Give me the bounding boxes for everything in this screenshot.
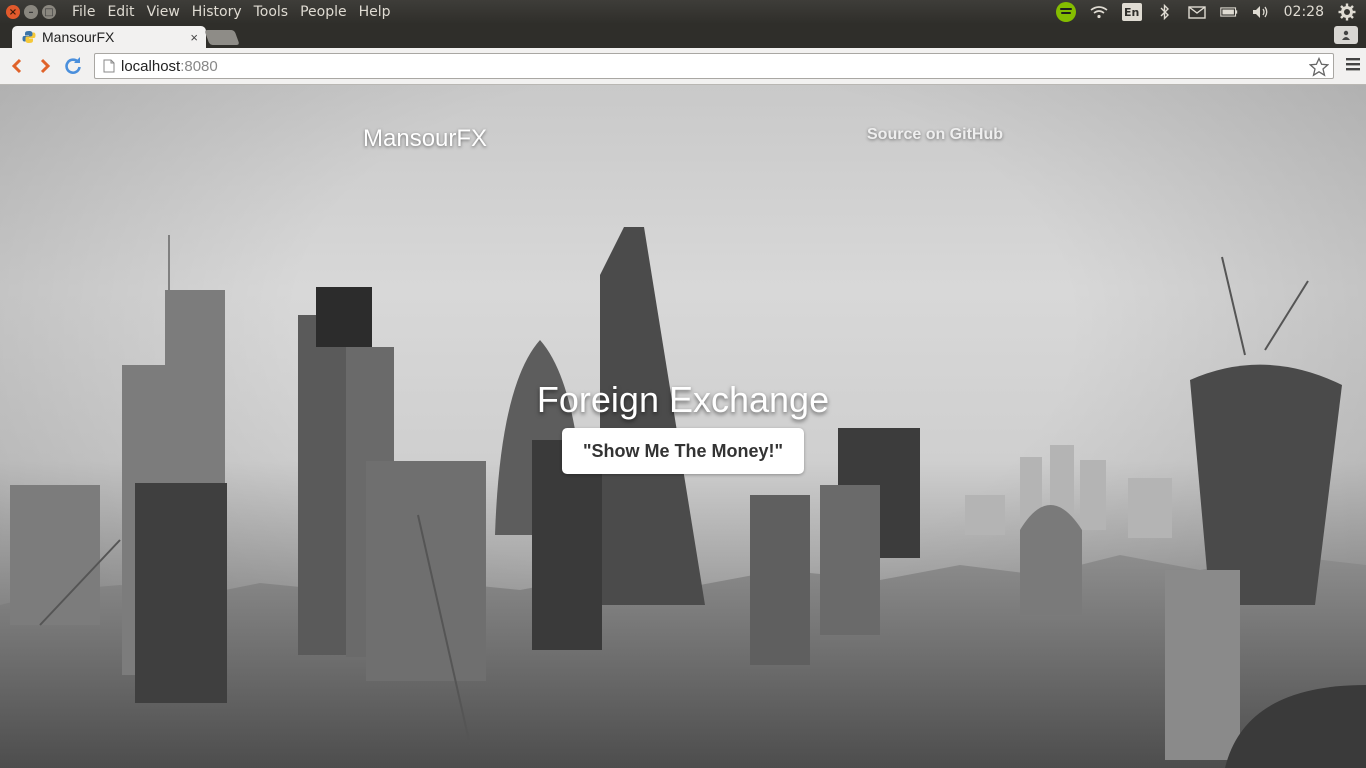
reload-icon	[65, 57, 81, 74]
tab-close-icon[interactable]: ×	[190, 30, 198, 45]
os-top-panel: × – □ File Edit View History Tools Peopl…	[0, 0, 1366, 24]
menu-edit[interactable]: Edit	[101, 4, 140, 20]
keyboard-language-indicator[interactable]: En	[1121, 3, 1142, 21]
volume-icon[interactable]	[1252, 4, 1270, 20]
url-host: localhost	[121, 57, 181, 75]
page-content: MansourFX Source on GitHub Foreign Excha…	[0, 85, 1366, 768]
back-button[interactable]	[6, 55, 28, 77]
window-close-button[interactable]: ×	[6, 5, 20, 19]
mail-icon[interactable]	[1187, 4, 1206, 20]
chevron-right-icon	[40, 58, 51, 74]
gear-icon[interactable]	[1338, 3, 1356, 21]
menu-history[interactable]: History	[186, 4, 248, 20]
bluetooth-icon[interactable]	[1156, 4, 1174, 20]
person-icon	[1342, 30, 1350, 40]
forward-button[interactable]	[34, 55, 56, 77]
bookmark-star-icon[interactable]	[1309, 57, 1329, 77]
address-bar[interactable]: localhost:8080	[94, 53, 1334, 79]
hamburger-menu-icon	[1346, 58, 1360, 71]
browser-menu-button[interactable]	[1346, 57, 1360, 76]
chevron-left-icon	[11, 58, 22, 74]
window-maximize-button[interactable]: □	[42, 5, 56, 19]
tab-title: MansourFX	[42, 29, 115, 45]
clock[interactable]: 02:28	[1284, 4, 1324, 20]
city-skyline-background	[0, 227, 1366, 768]
profile-button[interactable]	[1334, 26, 1358, 44]
site-brand[interactable]: MansourFX	[363, 125, 487, 153]
wifi-icon[interactable]	[1090, 4, 1108, 20]
tab-strip: MansourFX ×	[0, 24, 1366, 48]
menu-tools[interactable]: Tools	[248, 4, 295, 20]
url-port: :8080	[180, 57, 218, 75]
python-favicon-icon	[22, 31, 36, 43]
battery-icon[interactable]	[1219, 4, 1238, 20]
menu-people[interactable]: People	[294, 4, 353, 20]
browser-toolbar: localhost:8080	[0, 48, 1366, 85]
menu-help[interactable]: Help	[353, 4, 397, 20]
new-tab-button[interactable]	[204, 30, 240, 45]
hero-title: Foreign Exchange	[536, 379, 830, 420]
spotify-icon[interactable]	[1055, 2, 1076, 22]
show-me-the-money-button[interactable]: "Show Me The Money!"	[562, 428, 804, 474]
window-controls: × – □	[6, 5, 56, 19]
menu-view[interactable]: View	[141, 4, 186, 20]
source-github-link[interactable]: Source on GitHub	[867, 126, 1003, 144]
window-minimize-button[interactable]: –	[24, 5, 38, 19]
menu-file[interactable]: File	[66, 4, 101, 20]
reload-button[interactable]	[62, 55, 84, 77]
page-icon	[103, 59, 115, 73]
tab-mansourfx[interactable]: MansourFX ×	[12, 26, 206, 48]
system-tray: En 02:28	[1055, 2, 1366, 22]
